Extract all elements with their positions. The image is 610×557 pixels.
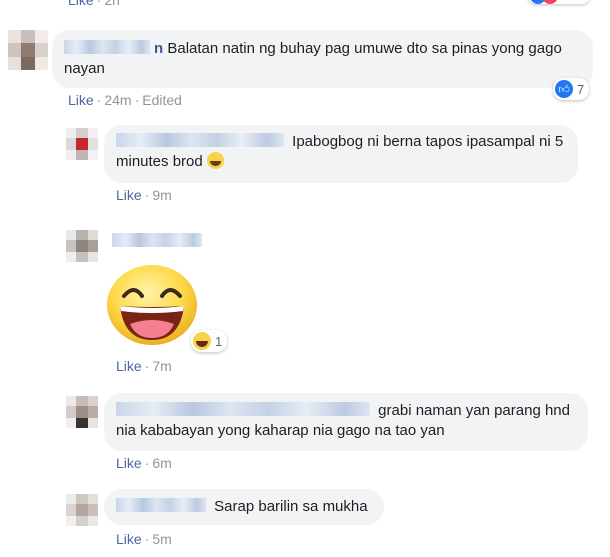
comment-actions: Like · 5m: [116, 531, 172, 547]
avatar[interactable]: [66, 230, 98, 262]
commenter-name-redacted[interactable]: [112, 233, 202, 247]
like-link[interactable]: Like: [116, 358, 142, 374]
timestamp: 9m: [152, 187, 172, 203]
thumbs-up-icon: 👍︎: [555, 80, 573, 98]
comment-actions: Like · 24m · Edited: [68, 92, 182, 108]
commenter-name-redacted[interactable]: [116, 133, 284, 147]
comment-actions: Like · 9m: [116, 187, 172, 203]
timestamp: 2h: [104, 0, 120, 8]
commenter-name[interactable]: n: [154, 40, 163, 57]
comment-bubble: Ipabogbog ni berna tapos ipasampal ni 5 …: [104, 125, 578, 183]
comment-bubble: n Balatan natin ng buhay pag umuwe dto s…: [52, 30, 593, 88]
laughing-face-sticker: [106, 264, 198, 346]
avatar[interactable]: [66, 396, 98, 428]
timestamp: 5m: [152, 531, 172, 547]
avatar[interactable]: [66, 494, 98, 526]
timestamp: 6m: [152, 455, 172, 471]
like-link[interactable]: Like: [116, 187, 142, 203]
reaction-summary-top[interactable]: [528, 0, 590, 4]
edited-label: Edited: [142, 92, 182, 108]
reaction-count: 7: [577, 81, 585, 97]
timestamp: 7m: [152, 358, 172, 374]
reaction-count: 1: [215, 333, 223, 349]
avatar[interactable]: [8, 30, 48, 70]
comment-text: Sarap barilin sa mukha: [214, 498, 368, 515]
like-link[interactable]: Like: [68, 92, 94, 108]
love-icon: [542, 0, 558, 4]
commenter-name-redacted[interactable]: [116, 402, 370, 416]
comment-bubble: Sarap barilin sa mukha: [104, 489, 384, 525]
commenter-name-redacted[interactable]: [64, 40, 150, 54]
haha-icon: [193, 332, 211, 350]
avatar[interactable]: [66, 128, 98, 160]
like-link[interactable]: Like: [116, 531, 142, 547]
like-link[interactable]: Like: [116, 455, 142, 471]
reaction-summary[interactable]: 1: [191, 330, 228, 352]
comment-actions: Like · 7m: [116, 358, 172, 374]
commenter-name-redacted[interactable]: [116, 498, 206, 512]
comment-actions-top: Like · 2h: [68, 0, 120, 8]
grinning-emoji: [206, 152, 224, 169]
like-link[interactable]: Like: [68, 0, 94, 8]
reaction-summary[interactable]: 👍︎ 7: [553, 78, 590, 100]
comment-actions: Like · 6m: [116, 455, 172, 471]
comment-bubble: grabi naman yan parang hnd nia kababayan…: [104, 393, 588, 451]
timestamp: 24m: [104, 92, 132, 108]
